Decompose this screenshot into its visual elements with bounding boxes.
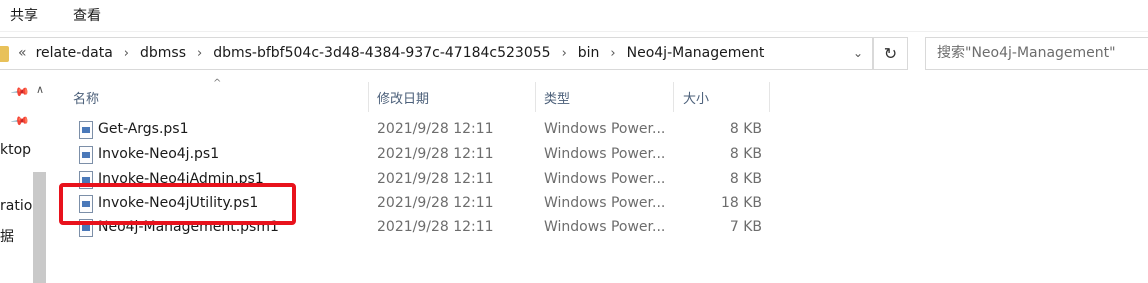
powershell-file-icon	[79, 195, 93, 213]
nav-item-desktop[interactable]: ktop	[0, 142, 31, 158]
file-row[interactable]: Invoke-Neo4jAdmin.ps1 2021/9/28 12:11 Wi…	[62, 168, 772, 192]
breadcrumb-item-relate-data[interactable]: relate-data	[36, 45, 113, 61]
file-name: Invoke-Neo4jUtility.ps1	[98, 195, 259, 211]
breadcrumb-overflow-button[interactable]: «	[18, 45, 27, 61]
file-name: Invoke-Neo4jAdmin.ps1	[98, 171, 264, 187]
search-input[interactable]: 搜索"Neo4j-Management"	[925, 37, 1148, 70]
ribbon: 共享 查看	[0, 0, 1148, 32]
file-size: 7 KB	[729, 219, 762, 235]
folder-icon	[0, 46, 9, 62]
column-header-type[interactable]: 类型	[544, 88, 570, 107]
chevron-right-icon[interactable]: ›	[197, 46, 202, 61]
column-divider[interactable]	[673, 82, 674, 112]
chevron-right-icon[interactable]: ›	[562, 46, 567, 61]
chevron-right-icon[interactable]: ›	[124, 46, 129, 61]
breadcrumb-item-neo4j-management[interactable]: Neo4j-Management	[627, 45, 765, 61]
file-date: 2021/9/28 12:11	[377, 121, 494, 137]
file-name: Neo4j-Management.psm1	[98, 219, 279, 235]
file-date: 2021/9/28 12:11	[377, 219, 494, 235]
file-date: 2021/9/28 12:11	[377, 146, 494, 162]
tab-share[interactable]: 共享	[10, 5, 38, 25]
file-type: Windows Power...	[544, 146, 666, 162]
column-divider[interactable]	[368, 82, 369, 112]
file-size: 8 KB	[729, 171, 762, 187]
chevron-right-icon[interactable]: ›	[610, 46, 615, 61]
file-row[interactable]: Get-Args.ps1 2021/9/28 12:11 Windows Pow…	[62, 118, 772, 142]
breadcrumb-item-dbmss[interactable]: dbmss	[140, 45, 186, 61]
file-name: Invoke-Neo4j.ps1	[98, 146, 220, 162]
column-header-date[interactable]: 修改日期	[377, 88, 429, 107]
breadcrumb: « relate-data › dbmss › dbms-bfbf504c-3d48-43…	[18, 45, 764, 61]
file-date: 2021/9/28 12:11	[377, 195, 494, 211]
file-size: 18 KB	[720, 195, 762, 211]
file-type: Windows Power...	[544, 195, 666, 211]
file-size: 8 KB	[729, 146, 762, 162]
file-row[interactable]: Invoke-Neo4j.ps1 2021/9/28 12:11 Windows…	[62, 143, 772, 167]
powershell-file-icon	[79, 146, 93, 164]
file-name: Get-Args.ps1	[98, 121, 189, 137]
refresh-button[interactable]: ↻	[873, 37, 908, 70]
nav-scrollbar[interactable]	[33, 172, 46, 283]
nav-item-data[interactable]: 据	[0, 226, 14, 246]
file-type: Windows Power...	[544, 219, 666, 235]
address-bar[interactable]: « relate-data › dbmss › dbms-bfbf504c-3d48-43…	[0, 37, 873, 70]
file-row[interactable]: Invoke-Neo4jUtility.ps1 2021/9/28 12:11 …	[62, 192, 772, 216]
powershell-module-icon	[79, 219, 93, 237]
tab-view[interactable]: 查看	[73, 5, 101, 25]
powershell-file-icon	[79, 121, 93, 139]
ribbon-divider	[0, 31, 1148, 32]
sort-ascending-icon: ^	[213, 78, 222, 89]
file-size: 8 KB	[729, 121, 762, 137]
powershell-file-icon	[79, 171, 93, 189]
column-divider[interactable]	[535, 82, 536, 112]
column-divider[interactable]	[769, 82, 770, 112]
column-header-name[interactable]: 名称	[73, 88, 99, 107]
breadcrumb-item-bin[interactable]: bin	[578, 45, 600, 61]
file-row[interactable]: Neo4j-Management.psm1 2021/9/28 12:11 Wi…	[62, 216, 772, 240]
scroll-up-icon[interactable]: ∧	[33, 83, 47, 97]
file-type: Windows Power...	[544, 121, 666, 137]
breadcrumb-item-dbms[interactable]: dbms-bfbf504c-3d48-4384-937c-47184c52305…	[213, 45, 550, 61]
chevron-down-icon[interactable]: ⌄	[853, 46, 865, 60]
column-header-size[interactable]: 大小	[683, 88, 709, 107]
file-date: 2021/9/28 12:11	[377, 171, 494, 187]
file-type: Windows Power...	[544, 171, 666, 187]
